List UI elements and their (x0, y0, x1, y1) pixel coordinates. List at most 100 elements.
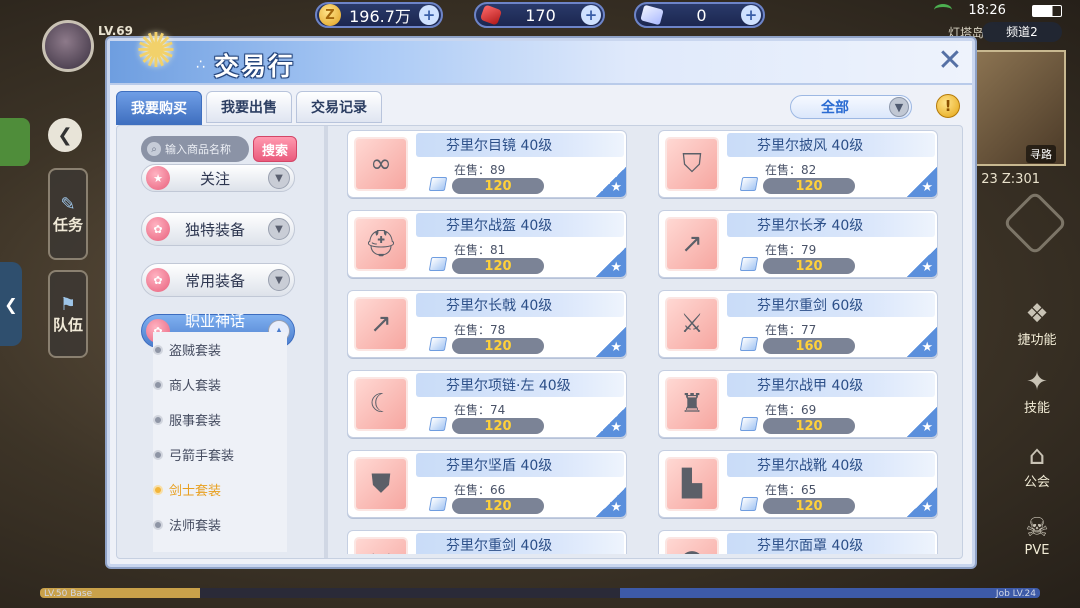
shortcut-label: 捷功能 (1017, 332, 1057, 348)
pve-icon: ☠ (1025, 513, 1049, 543)
item-price: 120 (452, 338, 544, 354)
search-button[interactable]: 搜索 (253, 136, 297, 162)
status-bar: 18:26 (968, 3, 1062, 18)
item-card[interactable]: ↗ 芬里尔长矛 40级 在售：79 120 ★ (658, 210, 938, 278)
shortcut-button[interactable]: ❖ 捷功能 (1006, 300, 1068, 348)
diamond-icon (640, 4, 664, 26)
category-common-equipment[interactable]: ✿ 常用装备 ▼ (141, 263, 295, 297)
item-card[interactable]: ↗ 芬里尔长戟 40级 在售：78 120 ★ (347, 290, 627, 358)
boots-icon: ▙ (665, 457, 719, 511)
bullet-icon (155, 416, 161, 423)
help-icon[interactable]: ! (936, 94, 960, 118)
spear-icon: ↗ (665, 217, 719, 271)
search-input[interactable]: ⌕ 输入商品名称 (141, 136, 249, 162)
star-icon: ★ (146, 166, 170, 190)
diamond-icon (739, 337, 759, 351)
stock-count: 77 (801, 323, 817, 337)
category-unique-equipment[interactable]: ✿ 独特装备 ▼ (141, 212, 295, 246)
pve-button[interactable]: ☠ PVE (1006, 514, 1068, 558)
item-price: 120 (452, 178, 544, 194)
item-stock: 在售：82 (765, 161, 816, 178)
stock-label: 在售： (765, 323, 802, 337)
item-card[interactable]: ☻ 芬里尔面罩 40级 (658, 530, 938, 554)
sub-item-swordsman-set[interactable]: 剑士套装 (153, 472, 287, 507)
stock-count: 79 (801, 243, 817, 257)
item-card[interactable]: ♜ 芬里尔战甲 40级 在售：69 120 ★ (658, 370, 938, 438)
diamond-icon (428, 257, 448, 271)
item-grid: ∞ 芬里尔目镜 40级 在售：89 120 ★ ⛉ 芬里尔披风 40级 在售：8… (347, 130, 941, 554)
item-card[interactable]: ⚔ 芬里尔重剑 60级 在售：77 160 ★ (658, 290, 938, 358)
item-price: 120 (763, 258, 855, 274)
sub-item-mage-set[interactable]: 法师套装 (153, 507, 287, 542)
team-button[interactable]: ⚑ 队伍 (48, 270, 88, 358)
favorite-star-icon[interactable]: ★ (907, 327, 937, 357)
filter-dropdown[interactable]: 全部 ▼ (790, 95, 912, 119)
pathfind-button[interactable]: 寻路 (1026, 145, 1056, 163)
flag-icon: ⚑ (59, 294, 77, 316)
sub-item-acolyte-set[interactable]: 服事套装 (153, 402, 287, 437)
item-card[interactable]: ⚔ 芬里尔重剑 40级 (347, 530, 627, 554)
currency-ruby: 170 + (474, 2, 605, 28)
cape-icon: ⛉ (665, 137, 719, 191)
sidebar-divider (324, 126, 328, 558)
favorite-star-icon[interactable]: ★ (596, 407, 626, 437)
base-level-label: LV.50 Base (44, 589, 93, 599)
add-ruby-button[interactable]: + (581, 5, 601, 25)
helmet-icon: ⛑ (354, 217, 408, 271)
item-card[interactable]: ⛉ 芬里尔披风 40级 在售：82 120 ★ (658, 130, 938, 198)
bullet-icon (155, 346, 161, 353)
sword-icon: ⚔ (665, 297, 719, 351)
item-stock: 在售：78 (454, 321, 505, 338)
item-stock: 在售：74 (454, 401, 505, 418)
sub-item-merchant-set[interactable]: 商人套装 (153, 367, 287, 402)
tab-sell[interactable]: 我要出售 (206, 91, 292, 123)
gear-icon: ✿ (146, 217, 170, 241)
favorite-star-icon[interactable]: ★ (907, 407, 937, 437)
bullet-icon (155, 381, 161, 388)
wifi-icon (934, 4, 952, 16)
left-edge-button[interactable] (0, 118, 30, 166)
tab-buy[interactable]: 我要购买 (116, 91, 202, 125)
item-card[interactable]: ▙ 芬里尔战靴 40级 在售：65 120 ★ (658, 450, 938, 518)
stock-count: 69 (801, 403, 817, 417)
filter-value: 全部 (821, 100, 849, 116)
item-card[interactable]: ⛊ 芬里尔坚盾 40级 在售：66 120 ★ (347, 450, 627, 518)
item-stock: 在售：81 (454, 241, 505, 258)
item-name: 芬里尔项链·左 40级 (416, 373, 624, 397)
item-card[interactable]: ☾ 芬里尔项链·左 40级 在售：74 120 ★ (347, 370, 627, 438)
add-diamond-button[interactable]: + (741, 5, 761, 25)
category-favorites[interactable]: ★ 关注 ▼ (141, 164, 295, 192)
quest-button[interactable]: ✎ 任务 (48, 168, 88, 260)
add-zeny-button[interactable]: + (419, 5, 439, 25)
zeny-value: 196.7万 (349, 7, 411, 26)
item-card[interactable]: ∞ 芬里尔目镜 40级 在售：89 120 ★ (347, 130, 627, 198)
dpad-icon[interactable] (1002, 190, 1068, 256)
stock-count: 81 (490, 243, 506, 257)
sub-item-label: 弓箭手套装 (169, 449, 235, 464)
diamond-icon (428, 497, 448, 511)
skills-button[interactable]: ✦ 技能 (1006, 368, 1068, 416)
favorite-star-icon[interactable]: ★ (907, 487, 937, 517)
item-name: 芬里尔战甲 40级 (727, 373, 935, 397)
tab-history[interactable]: 交易记录 (296, 91, 382, 123)
close-icon[interactable]: ✕ (934, 45, 966, 77)
favorite-star-icon[interactable]: ★ (596, 487, 626, 517)
sub-item-thief-set[interactable]: 盗贼套装 (153, 332, 287, 367)
channel-selector[interactable]: 频道2 (982, 22, 1062, 42)
item-card[interactable]: ⛑ 芬里尔战盔 40级 在售：81 120 ★ (347, 210, 627, 278)
item-name: 芬里尔目镜 40级 (416, 133, 624, 157)
item-stock: 在售：79 (765, 241, 816, 258)
sub-item-archer-set[interactable]: 弓箭手套装 (153, 437, 287, 472)
favorite-star-icon[interactable]: ★ (596, 247, 626, 277)
left-edge-tab[interactable]: ❮ (0, 262, 22, 346)
item-stock: 在售：69 (765, 401, 816, 418)
favorite-star-icon[interactable]: ★ (596, 167, 626, 197)
favorite-star-icon[interactable]: ★ (596, 327, 626, 357)
favorite-star-icon[interactable]: ★ (907, 247, 937, 277)
player-avatar[interactable] (42, 20, 94, 72)
favorite-star-icon[interactable]: ★ (907, 167, 937, 197)
collapse-arrow-icon[interactable]: ❮ (48, 118, 82, 152)
quest-icon: ✎ (60, 194, 76, 216)
item-name: 芬里尔长戟 40级 (416, 293, 624, 317)
guild-button[interactable]: ⌂ 公会 (1006, 442, 1068, 490)
